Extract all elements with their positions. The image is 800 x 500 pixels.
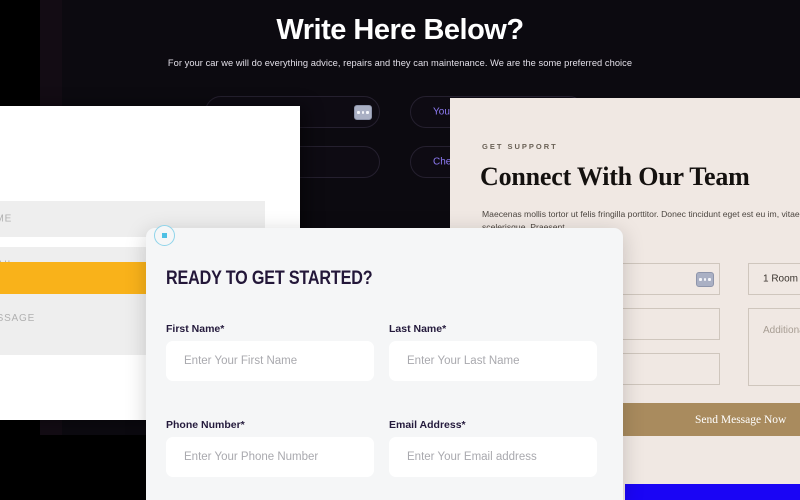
modal-phone-label: Phone Number* — [166, 419, 245, 431]
dots-badge-icon — [696, 272, 714, 287]
modal-last-name-input[interactable]: Enter Your Last Name — [389, 341, 597, 381]
support-rooms-value: 1 Room — [763, 273, 799, 285]
modal-last-name-placeholder: Enter Your Last Name — [407, 355, 520, 367]
modal-email-label: Email Address* — [389, 419, 466, 431]
support-additional-textarea[interactable]: Additiona — [748, 308, 800, 386]
support-additional-placeholder: Additiona — [763, 325, 800, 336]
get-started-modal: READY TO GET STARTED? First Name* Enter … — [146, 228, 623, 500]
dots-badge-icon — [354, 105, 372, 120]
support-heading: Connect With Our Team — [480, 162, 750, 191]
contact-panel-title: us! — [0, 124, 2, 155]
modal-first-name-label: First Name* — [166, 323, 225, 335]
modal-email-input[interactable]: Enter Your Email address — [389, 437, 597, 477]
support-rooms-select[interactable]: 1 Room — [748, 263, 800, 295]
modal-phone-input[interactable]: Enter Your Phone Number — [166, 437, 374, 477]
support-submit-label: Send Message Now — [695, 413, 787, 426]
selection-handle-icon[interactable] — [154, 225, 175, 246]
modal-title: READY TO GET STARTED? — [166, 268, 373, 289]
modal-first-name-input[interactable]: Enter Your First Name — [166, 341, 374, 381]
support-eyebrow: GET SUPPORT — [482, 142, 558, 151]
hero-input-4-label: Che — [433, 156, 452, 168]
contact-name-placeholder: NAME — [0, 213, 13, 225]
screenshot-stage: Write Here Below? For your car we will d… — [0, 0, 800, 500]
modal-email-placeholder: Enter Your Email address — [407, 451, 537, 463]
support-accent-bar — [625, 484, 800, 500]
hero-subtitle: For your car we will do everything advic… — [167, 58, 633, 68]
modal-phone-placeholder: Enter Your Phone Number — [184, 451, 319, 463]
modal-first-name-placeholder: Enter Your First Name — [184, 355, 298, 367]
contact-message-placeholder: MESSAGE — [0, 313, 36, 324]
support-submit-button[interactable]: Send Message Now — [622, 403, 800, 436]
hero-title: Write Here Below? — [276, 14, 524, 46]
modal-last-name-label: Last Name* — [389, 323, 447, 335]
